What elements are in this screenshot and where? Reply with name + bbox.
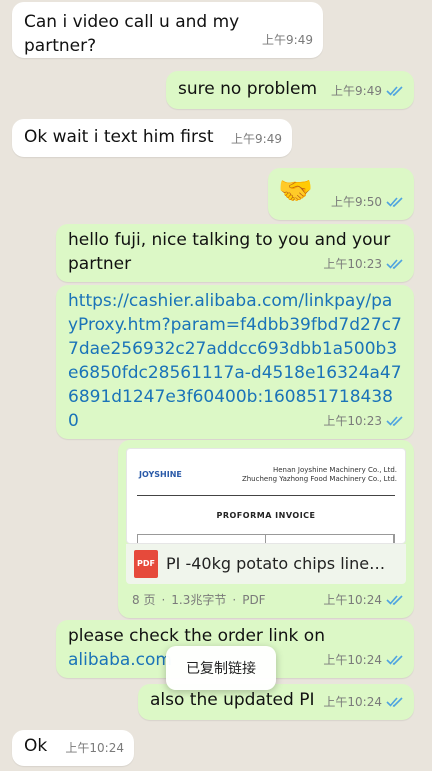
pdf-file-icon: PDF xyxy=(134,550,158,578)
double-check-icon xyxy=(386,595,403,605)
message-time: 上午10:23 xyxy=(323,257,382,271)
preview-table xyxy=(137,534,395,543)
file-pages: 8 页 xyxy=(132,593,156,607)
double-check-icon xyxy=(386,86,403,96)
pdf-preview-thumbnail[interactable]: JOYSHINE Henan Joyshine Machinery Co., L… xyxy=(126,448,406,544)
message-bubble-incoming[interactable]: Ok 上午10:24 xyxy=(12,730,134,766)
message-time: 上午10:24 xyxy=(323,593,382,607)
double-check-icon xyxy=(386,416,403,426)
double-check-icon xyxy=(386,197,403,207)
double-check-icon xyxy=(386,259,403,269)
preview-doc-title: PROFORMA INVOICE xyxy=(216,511,316,520)
file-size: 1.3兆字节 xyxy=(171,593,227,607)
message-time: 上午10:24 xyxy=(65,741,124,755)
file-name-row[interactable]: PDF PI -40kg potato chips line… xyxy=(126,544,406,584)
message-bubble-incoming[interactable]: Can i video call u and my partner? 上午9:4… xyxy=(12,2,323,58)
message-bubble-outgoing[interactable]: hello fuji, nice talking to you and your… xyxy=(56,224,414,282)
message-time: 上午9:50 xyxy=(331,195,382,209)
message-time: 上午9:49 xyxy=(231,132,282,146)
preview-divider xyxy=(137,495,395,496)
preview-company-name: Henan Joyshine Machinery Co., Ltd. xyxy=(272,466,397,474)
file-info: 8 页 · 1.3兆字节 · PDF xyxy=(132,588,266,612)
file-name: PI -40kg potato chips line… xyxy=(166,554,386,573)
chat-area[interactable]: Can i video call u and my partner? 上午9:4… xyxy=(0,0,432,771)
message-bubble-incoming[interactable]: Ok wait i text him first 上午9:49 xyxy=(12,119,292,157)
alibaba-link[interactable]: alibaba.com xyxy=(68,650,172,670)
preview-company-name-2: Zhucheng Yazhong Food Machinery Co., Ltd… xyxy=(241,475,397,483)
message-bubble-outgoing[interactable]: sure no problem 上午9:49 xyxy=(166,71,414,109)
company-logo: JOYSHINE xyxy=(139,470,182,479)
message-time: 上午10:24 xyxy=(323,695,382,709)
copied-link-toast: 已复制链接 xyxy=(166,646,276,690)
double-check-icon xyxy=(386,697,403,707)
message-bubble-outgoing[interactable]: 🤝 上午9:50 xyxy=(268,168,414,220)
double-check-icon xyxy=(386,655,403,665)
file-type: PDF xyxy=(242,593,266,607)
message-time: 上午9:49 xyxy=(331,84,382,98)
message-time: 上午10:23 xyxy=(323,414,382,428)
file-message-bubble[interactable]: JOYSHINE Henan Joyshine Machinery Co., L… xyxy=(118,440,414,618)
message-bubble-outgoing[interactable]: https://cashier.alibaba.com/linkpay/payP… xyxy=(56,285,414,439)
message-time: 上午9:49 xyxy=(262,33,313,47)
message-time: 上午10:24 xyxy=(323,653,382,667)
